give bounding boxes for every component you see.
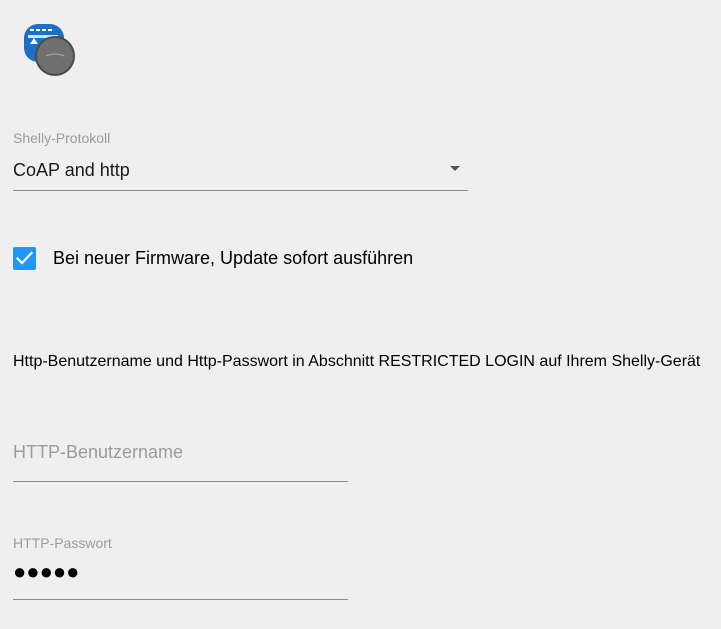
restricted-login-info: Http-Benutzername und Http-Passwort in A… [13,353,701,370]
shelly-protocol-select[interactable]: CoAP and http [13,150,468,191]
http-password-value: ●●●●● [13,559,80,584]
firmware-update-checkbox[interactable] [13,247,36,270]
http-username-input[interactable]: HTTP-Benutzername [13,437,348,482]
http-password-label: HTTP-Passwort [13,535,112,551]
dropdown-arrow-icon [450,166,460,171]
settings-page: Shelly-Protokoll CoAP and http Bei neuer… [0,0,721,629]
shelly-protocol-label: Shelly-Protokoll [13,130,111,146]
firmware-update-label[interactable]: Bei neuer Firmware, Update sofort ausfüh… [53,248,413,269]
shelly-protocol-field: Shelly-Protokoll CoAP and http [13,130,468,191]
http-username-field: HTTP-Benutzername [13,437,348,482]
http-password-input[interactable]: ●●●●● [13,551,348,600]
firmware-update-option: Bei neuer Firmware, Update sofort ausfüh… [13,247,413,270]
shelly-device-icon [22,22,78,78]
checkmark-icon [16,251,33,265]
http-password-field: HTTP-Passwort ●●●●● [13,535,348,600]
shelly-protocol-value: CoAP and http [13,160,130,180]
http-username-placeholder: HTTP-Benutzername [13,442,184,462]
